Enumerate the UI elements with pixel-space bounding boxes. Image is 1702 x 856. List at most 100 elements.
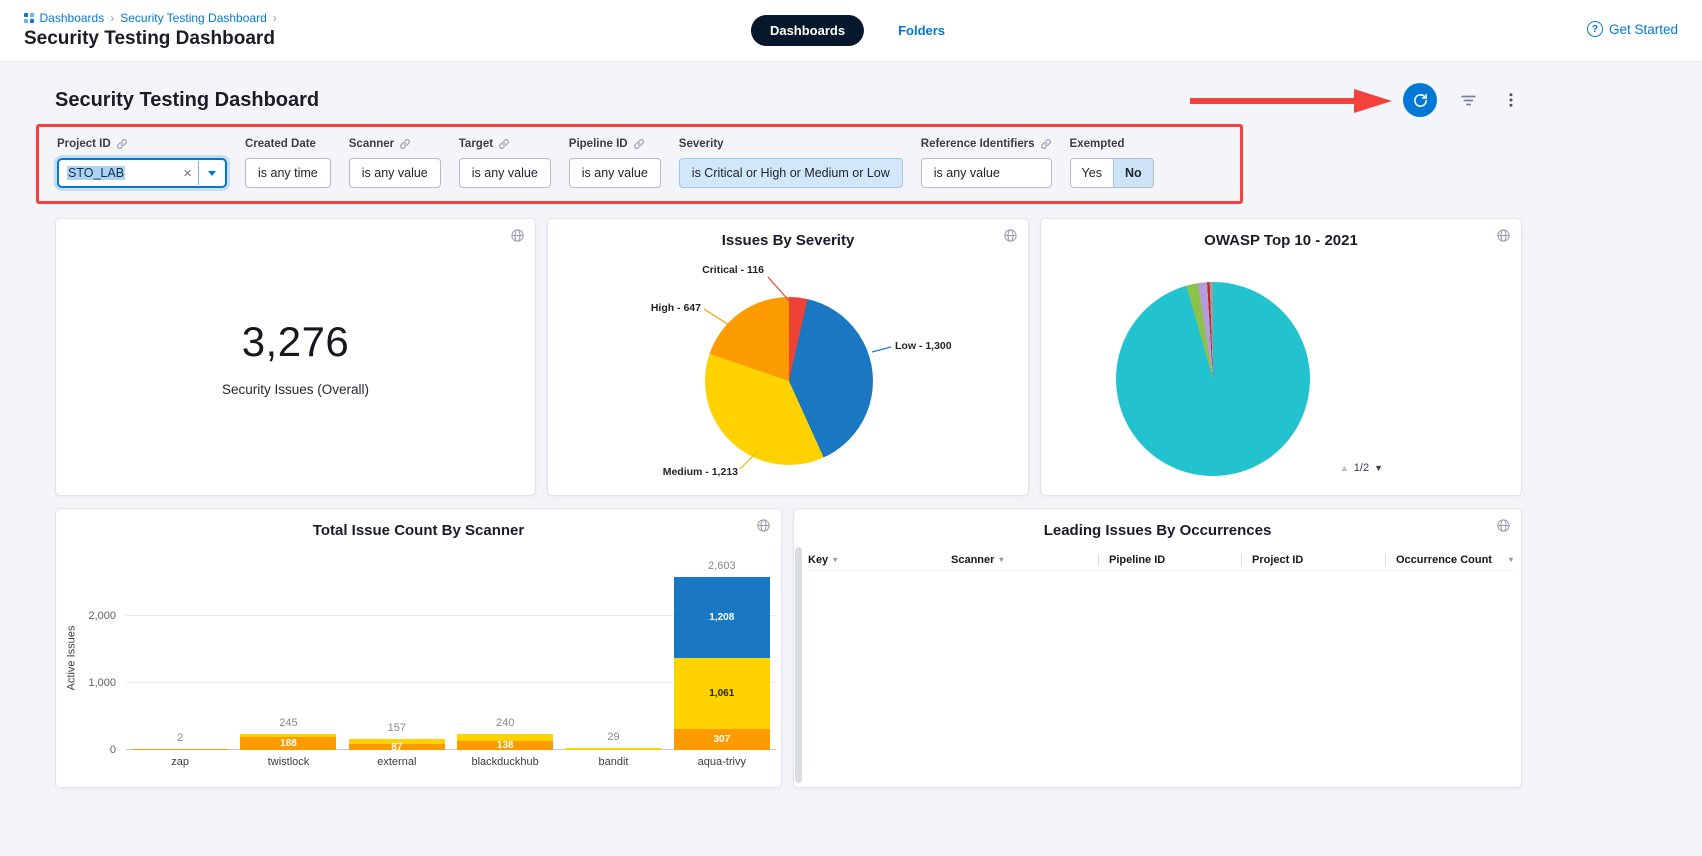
filter-label: Pipeline ID [569, 138, 628, 150]
bar-column[interactable]: 2 [126, 565, 234, 750]
annotation-arrow [1188, 87, 1410, 115]
pie-label-medium: Medium - 1,213 [663, 466, 738, 478]
breadcrumb: Dashboards › Security Testing Dashboard … [24, 11, 277, 25]
target-filter-button[interactable]: is any value [459, 158, 551, 188]
tile-row-1: 3,276 Security Issues (Overall) Issues B… [55, 218, 1522, 496]
bar-column[interactable]: 157 87 [343, 565, 451, 750]
breadcrumb-dashboards[interactable]: Dashboards [40, 11, 105, 25]
globe-icon[interactable] [1003, 228, 1018, 246]
bar-stack [132, 749, 228, 750]
bar-column[interactable]: 245 188 [234, 565, 342, 750]
bar-category-label: bandit [559, 756, 667, 768]
table-column-project-id[interactable]: Project ID [1241, 554, 1385, 566]
reference-identifiers-filter-button[interactable]: is any value [921, 158, 1052, 188]
filter-label: Scanner [349, 138, 394, 150]
created-date-filter-button[interactable]: is any time [245, 158, 331, 188]
exempted-toggle: Yes No [1070, 158, 1154, 188]
project-id-select[interactable]: STO_LAB × [57, 158, 227, 188]
project-id-value[interactable]: STO_LAB [59, 166, 177, 180]
bar-stack: 188 [240, 734, 336, 750]
pager-page-indicator: 1/2 [1354, 462, 1369, 474]
dropdown-caret-button[interactable] [199, 171, 225, 176]
pager-up-icon[interactable]: ▲ [1340, 463, 1349, 473]
exempted-yes-option[interactable]: Yes [1071, 159, 1113, 187]
tab-dashboards[interactable]: Dashboards [751, 15, 864, 46]
severity-filter-button[interactable]: is Critical or High or Medium or Low [679, 158, 903, 188]
owasp-pie-chart[interactable] [1116, 282, 1310, 476]
column-label: Occurrence Count [1396, 554, 1492, 566]
bar-segment[interactable]: 87 [349, 744, 445, 750]
filter-label: Target [459, 138, 493, 150]
bar-total-label: 2 [177, 732, 183, 744]
link-icon [116, 138, 128, 150]
filter-label: Exempted [1070, 138, 1125, 150]
filter-reference-identifiers: Reference Identifiers is any value [921, 137, 1052, 188]
bar-segment[interactable]: 1,061 [674, 658, 770, 729]
table-column-pipeline-id[interactable]: Pipeline ID [1098, 554, 1241, 566]
filter-scanner: Scanner is any value [349, 137, 441, 188]
breadcrumb-separator: › [273, 11, 277, 25]
breadcrumb-current-dashboard[interactable]: Security Testing Dashboard [120, 11, 267, 25]
table-column-scanner[interactable]: Scanner ▾ [951, 554, 1098, 566]
chart-title: Total Issue Count By Scanner [56, 509, 781, 539]
dashboard-header: Security Testing Dashboard [55, 80, 1522, 120]
bar-plot-area: 2 245 188 157 87 240138292,6033071,0611,208 [126, 565, 776, 750]
filter-button[interactable] [1457, 89, 1480, 112]
screen: Dashboards › Security Testing Dashboard … [0, 0, 1702, 856]
bar-stack: 87 [349, 739, 445, 750]
filter-severity: Severity is Critical or High or Medium o… [679, 137, 903, 188]
bar-total-label: 157 [388, 722, 406, 734]
bar-column[interactable]: 240138 [451, 565, 559, 750]
exempted-no-option[interactable]: No [1113, 159, 1153, 187]
pipeline-id-filter-button[interactable]: is any value [569, 158, 661, 188]
pie-label-low: Low - 1,300 [895, 340, 952, 352]
bar-segment[interactable] [565, 748, 661, 750]
bar-stack: 138 [457, 734, 553, 750]
bar-column[interactable]: 29 [559, 565, 667, 750]
header-tabs: Dashboards Folders [751, 15, 951, 46]
legend-pager: ▲ 1/2 ▼ [1340, 462, 1383, 474]
kebab-menu-icon [1502, 91, 1520, 109]
annotation-box: Project ID STO_LAB × [36, 124, 1243, 204]
header-left: Dashboards › Security Testing Dashboard … [24, 11, 277, 50]
refresh-icon [1412, 92, 1429, 109]
y-tick-1000: 1,000 [72, 677, 116, 689]
globe-icon[interactable] [756, 518, 771, 536]
bar-category-label: external [343, 756, 451, 768]
globe-icon[interactable] [1496, 518, 1511, 536]
issue-count-by-scanner-tile: Total Issue Count By Scanner Active Issu… [55, 508, 782, 788]
table-header-row: Key ▾ Scanner ▾ Pipeline ID Project ID [808, 549, 1513, 571]
chart-title: Leading Issues By Occurrences [794, 509, 1521, 539]
table-scrollbar[interactable] [795, 547, 802, 783]
table-column-key[interactable]: Key ▾ [808, 554, 951, 566]
link-icon [498, 138, 510, 150]
tab-folders[interactable]: Folders [892, 22, 951, 39]
globe-icon[interactable] [1496, 228, 1511, 246]
scanner-filter-button[interactable]: is any value [349, 158, 441, 188]
pager-down-icon[interactable]: ▼ [1374, 463, 1383, 473]
filter-target: Target is any value [459, 137, 551, 188]
refresh-button[interactable] [1403, 83, 1437, 117]
page-title: Security Testing Dashboard [55, 89, 319, 112]
link-icon [1040, 138, 1052, 150]
column-label: Pipeline ID [1109, 554, 1165, 566]
globe-icon[interactable] [510, 228, 525, 246]
bar-segment[interactable]: 138 [457, 741, 553, 750]
bar-total-label: 245 [279, 717, 297, 729]
clear-selection-icon[interactable]: × [177, 166, 198, 181]
get-started-link[interactable]: ? Get Started [1587, 21, 1678, 37]
table-column-occurrence-count[interactable]: Occurrence Count ▾ [1385, 554, 1513, 566]
filter-label: Severity [679, 138, 724, 150]
bar-segment[interactable]: 188 [240, 737, 336, 750]
bar-segment[interactable] [132, 749, 228, 750]
bar-segment[interactable]: 1,208 [674, 577, 770, 658]
bar-stack: 3071,0611,208 [674, 577, 770, 750]
header-title: Security Testing Dashboard [24, 28, 277, 50]
bar-column[interactable]: 2,6033071,0611,208 [668, 565, 776, 750]
link-icon [633, 138, 645, 150]
bar-stack [565, 748, 661, 750]
bar-segment[interactable]: 307 [674, 729, 770, 750]
severity-pie-chart[interactable] [705, 297, 873, 465]
more-options-button[interactable] [1500, 89, 1522, 111]
bar-category-label: zap [126, 756, 234, 768]
